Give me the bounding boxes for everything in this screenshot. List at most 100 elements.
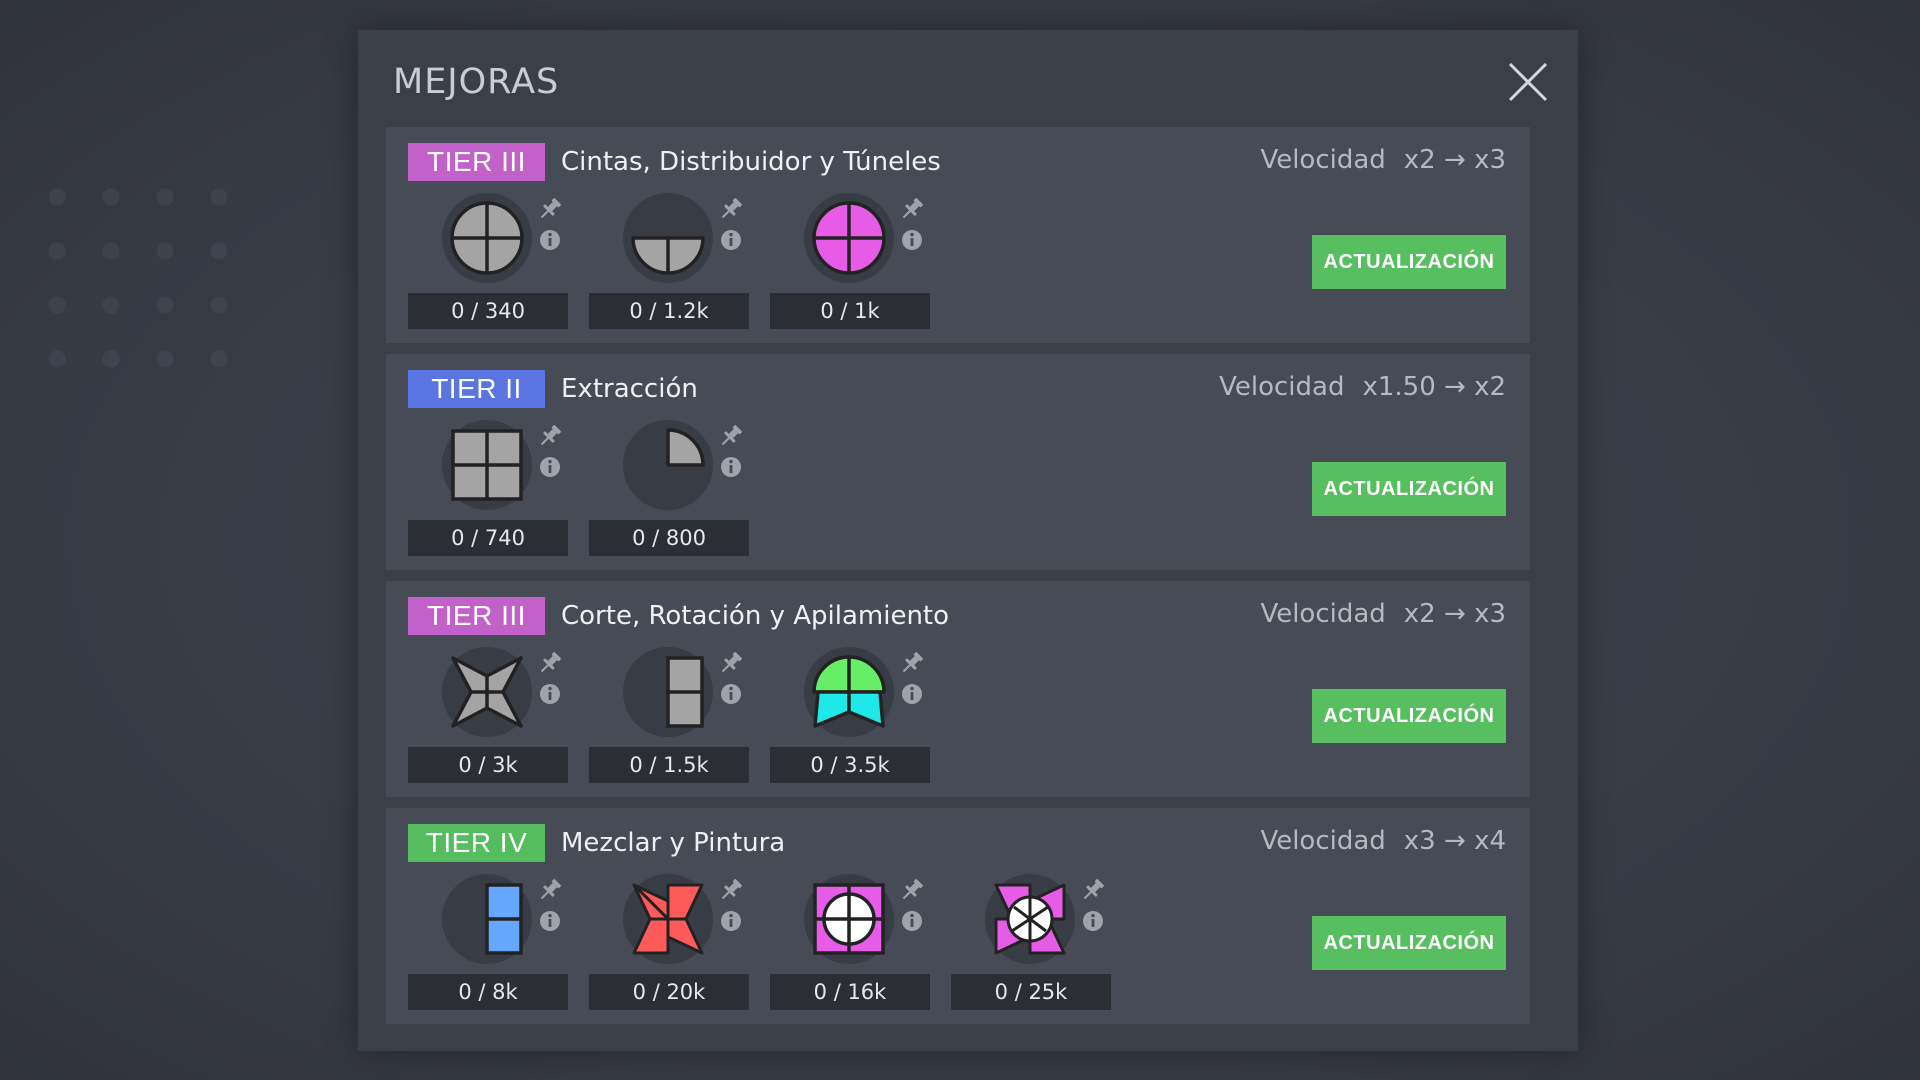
- info-icon[interactable]: [539, 456, 561, 478]
- blue-half-rectangle-shape-icon: [442, 874, 532, 964]
- pin-icon[interactable]: [536, 195, 564, 223]
- speed-from: x2: [1403, 145, 1436, 175]
- requirement: 0 / 25k: [951, 874, 1111, 1010]
- requirement-count: 0 / 3.5k: [770, 747, 930, 783]
- upgrade-name: Extracción: [561, 374, 698, 404]
- pin-icon[interactable]: [898, 876, 926, 904]
- speed-label: Velocidad: [1260, 145, 1386, 175]
- speed-label: Velocidad: [1260, 826, 1386, 856]
- requirement-count: 0 / 8k: [408, 974, 568, 1010]
- purple-square-white-circle-shape-icon: [804, 874, 894, 964]
- info-icon[interactable]: [901, 683, 923, 705]
- upgrades-modal: MEJORAS TIER III Cintas, Distribuidor y …: [358, 30, 1578, 1051]
- speed-label: Velocidad: [1219, 372, 1345, 402]
- requirement-count: 0 / 1k: [770, 293, 930, 329]
- arrow-right-icon: →: [1444, 599, 1466, 629]
- speed-from: x2: [1403, 599, 1436, 629]
- requirement-count: 0 / 20k: [589, 974, 749, 1010]
- pin-icon[interactable]: [717, 422, 745, 450]
- speed-from: x1.50: [1362, 372, 1436, 402]
- requirement: 0 / 800: [589, 420, 749, 556]
- upgrade-name: Cintas, Distribuidor y Túneles: [561, 147, 941, 177]
- upgrade-name: Mezclar y Pintura: [561, 828, 786, 858]
- info-icon[interactable]: [1082, 910, 1104, 932]
- star-gray-shape-icon: [442, 647, 532, 737]
- pin-icon[interactable]: [536, 876, 564, 904]
- complex-purple-white-shape-icon: [985, 874, 1075, 964]
- upgrade-button[interactable]: ACTUALIZACIÓN: [1312, 235, 1506, 289]
- upgrade-miner: TIER II Extracción Velocidad x1.50 → x2 0…: [386, 354, 1530, 570]
- info-icon[interactable]: [720, 229, 742, 251]
- pin-icon[interactable]: [898, 649, 926, 677]
- speed-info: Velocidad x2 → x3: [1260, 141, 1506, 179]
- upgrade-name: Corte, Rotación y Apilamiento: [561, 601, 950, 631]
- info-icon[interactable]: [901, 910, 923, 932]
- info-icon[interactable]: [720, 456, 742, 478]
- requirement-count: 0 / 800: [589, 520, 749, 556]
- requirement-count: 0 / 16k: [770, 974, 930, 1010]
- close-button[interactable]: [1506, 60, 1550, 104]
- info-icon[interactable]: [539, 229, 561, 251]
- modal-title: MEJORAS: [393, 62, 560, 102]
- tier-badge: TIER IV: [408, 824, 545, 862]
- arrow-right-icon: →: [1444, 145, 1466, 175]
- requirement: 0 / 1.5k: [589, 647, 749, 783]
- background-grid: [30, 170, 250, 370]
- requirement-count: 0 / 1.2k: [589, 293, 749, 329]
- tier-badge: TIER II: [408, 370, 545, 408]
- info-icon[interactable]: [539, 683, 561, 705]
- pin-icon[interactable]: [536, 422, 564, 450]
- circle-quartered-gray-shape-icon: [442, 193, 532, 283]
- circle-quartered-purple-shape-icon: [804, 193, 894, 283]
- info-icon[interactable]: [539, 910, 561, 932]
- requirement: 0 / 3k: [408, 647, 568, 783]
- requirement: 0 / 1.2k: [589, 193, 749, 329]
- info-icon[interactable]: [720, 910, 742, 932]
- requirement: 0 / 3.5k: [770, 647, 930, 783]
- upgrade-processors: TIER III Corte, Rotación y Apilamiento V…: [386, 581, 1530, 797]
- requirement: 0 / 20k: [589, 874, 749, 1010]
- speed-info: Velocidad x3 → x4: [1260, 822, 1506, 860]
- speed-to: x3: [1474, 599, 1506, 629]
- red-windmill-shape-icon: [623, 874, 713, 964]
- pin-icon[interactable]: [898, 195, 926, 223]
- speed-info: Velocidad x1.50 → x2: [1219, 368, 1506, 406]
- upgrade-belt: TIER III Cintas, Distribuidor y Túneles …: [386, 127, 1530, 343]
- half-rectangle-gray-shape-icon: [623, 647, 713, 737]
- arrow-right-icon: →: [1444, 372, 1466, 402]
- requirement-count: 0 / 1.5k: [589, 747, 749, 783]
- pin-icon[interactable]: [1079, 876, 1107, 904]
- requirement-count: 0 / 25k: [951, 974, 1111, 1010]
- requirement-count: 0 / 340: [408, 293, 568, 329]
- pin-icon[interactable]: [717, 195, 745, 223]
- pin-icon[interactable]: [536, 649, 564, 677]
- requirement-count: 0 / 3k: [408, 747, 568, 783]
- speed-label: Velocidad: [1260, 599, 1386, 629]
- requirement-count: 0 / 740: [408, 520, 568, 556]
- speed-to: x3: [1474, 145, 1506, 175]
- green-cyan-compound-shape-icon: [804, 647, 894, 737]
- requirement: 0 / 340: [408, 193, 568, 329]
- upgrade-button[interactable]: ACTUALIZACIÓN: [1312, 916, 1506, 970]
- speed-info: Velocidad x2 → x3: [1260, 595, 1506, 633]
- close-icon: [1508, 62, 1548, 102]
- speed-from: x3: [1403, 826, 1436, 856]
- speed-to: x2: [1474, 372, 1506, 402]
- half-circle-gray-shape-icon: [623, 193, 713, 283]
- requirement: 0 / 740: [408, 420, 568, 556]
- tier-badge: TIER III: [408, 597, 545, 635]
- pin-icon[interactable]: [717, 876, 745, 904]
- arrow-right-icon: →: [1444, 826, 1466, 856]
- requirement: 0 / 16k: [770, 874, 930, 1010]
- speed-to: x4: [1474, 826, 1506, 856]
- requirement: 0 / 8k: [408, 874, 568, 1010]
- pin-icon[interactable]: [717, 649, 745, 677]
- info-icon[interactable]: [720, 683, 742, 705]
- quarter-circle-gray-shape-icon: [623, 420, 713, 510]
- upgrade-button[interactable]: ACTUALIZACIÓN: [1312, 462, 1506, 516]
- info-icon[interactable]: [901, 229, 923, 251]
- tier-badge: TIER III: [408, 143, 545, 181]
- upgrade-painting: TIER IV Mezclar y Pintura Velocidad x3 → …: [386, 808, 1530, 1024]
- square-quartered-gray-shape-icon: [442, 420, 532, 510]
- upgrade-button[interactable]: ACTUALIZACIÓN: [1312, 689, 1506, 743]
